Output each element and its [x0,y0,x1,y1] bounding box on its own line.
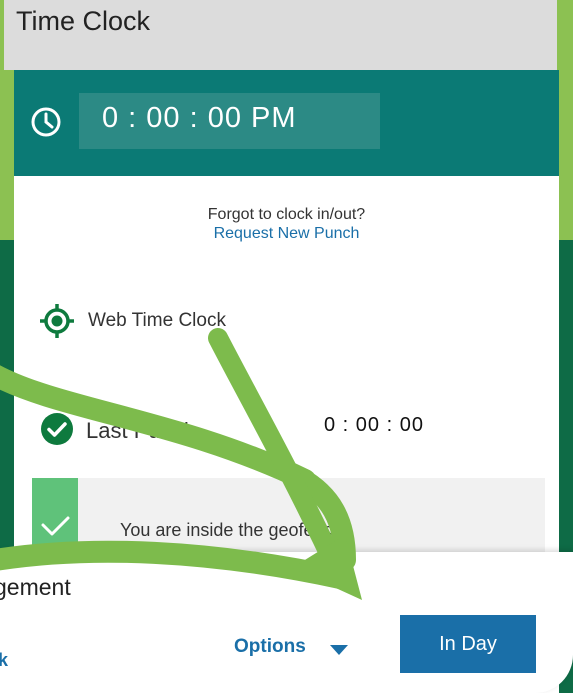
in-day-button[interactable]: In Day [400,615,536,673]
action-footer: gement k Options In Day [0,552,573,693]
target-icon [40,304,74,338]
current-time: 0 : 00 : 00 PM [102,102,297,134]
request-new-punch-link[interactable]: Request New Punch [14,225,559,243]
clock-icon [31,107,61,137]
clock-bar: 0 : 00 : 00 PM [14,70,559,176]
last-punch-label: Last Punch - [86,418,210,443]
page-title: Time Clock [16,6,151,36]
forgot-punch-text: Forgot to clock in/out? [207,206,366,223]
chevron-down-icon[interactable] [330,644,348,656]
footer-title: gement [0,574,71,600]
web-time-clock-label: Web Time Clock [88,310,226,331]
app-header: Time Clock [0,0,573,70]
last-punch-time: 0 : 00 : 00 [324,414,424,436]
geofence-message: You are inside the geofence. [120,520,348,540]
options-button[interactable]: Options [234,636,306,658]
footer-link[interactable]: k [0,650,8,671]
current-time-display: 0 : 00 : 00 PM [79,93,380,149]
check-circle-icon [41,413,73,445]
